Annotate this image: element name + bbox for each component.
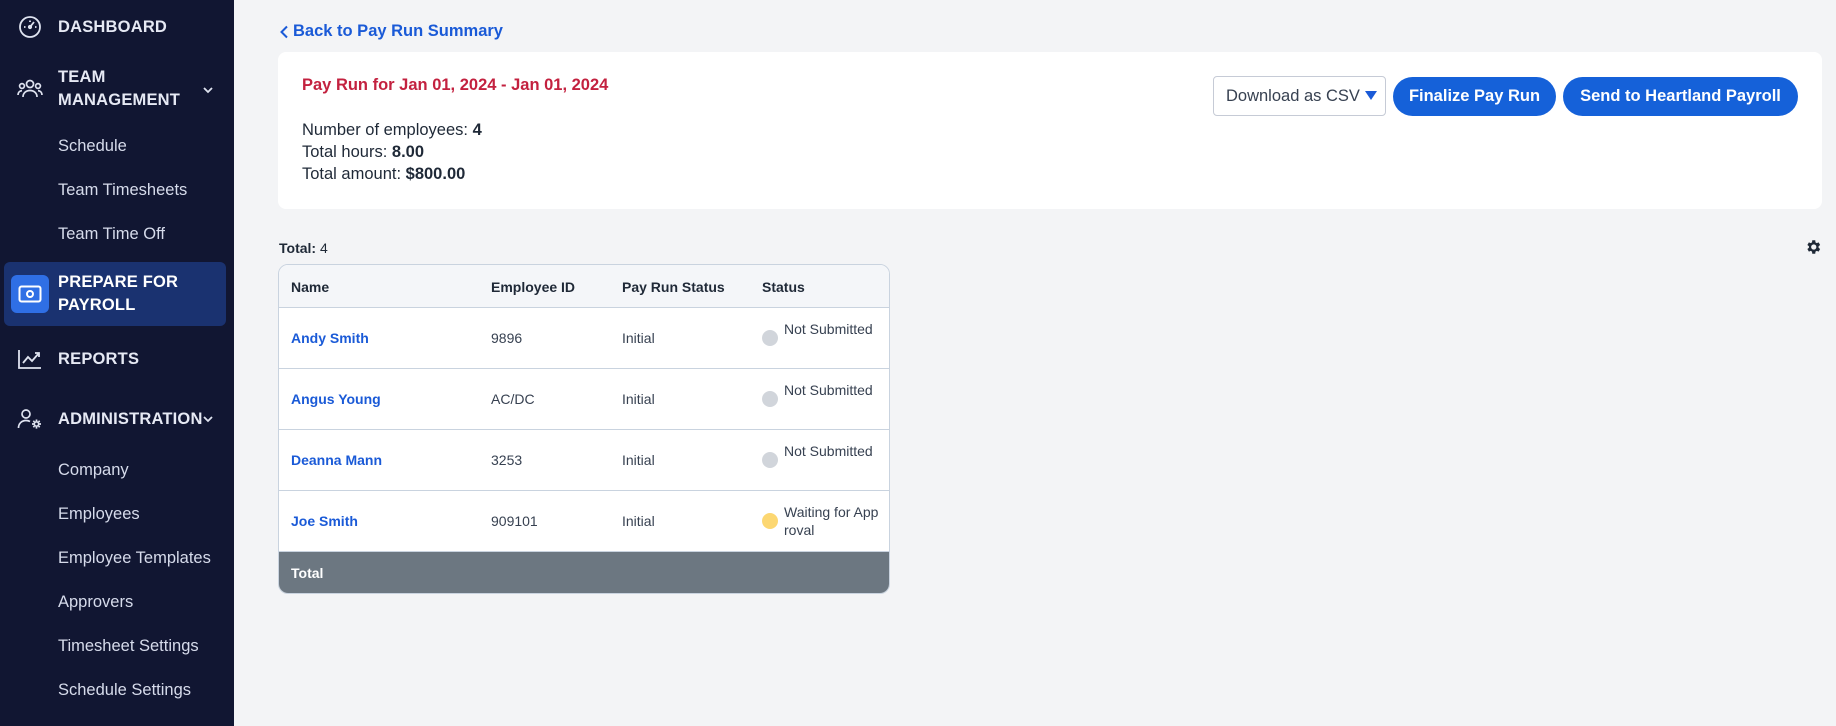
nav-team-time-off[interactable]: Team Time Off	[58, 225, 165, 244]
status-dot	[762, 330, 778, 346]
nav-employees[interactable]: Employees	[58, 505, 140, 524]
nav-team-management[interactable]: TEAM MANAGEMENT	[0, 66, 234, 112]
amount-stat-label: Total amount:	[302, 165, 402, 183]
send-to-heartland-button[interactable]: Send to Heartland Payroll	[1563, 77, 1798, 116]
employees-stat-value: 4	[472, 121, 482, 139]
caret-down-icon	[1365, 91, 1377, 100]
col-status[interactable]: Status	[762, 279, 805, 295]
employee-id: AC/DC	[491, 391, 535, 407]
download-format-value: Download as CSV	[1226, 86, 1360, 105]
chevron-left-icon	[280, 25, 288, 38]
sidebar: DASHBOARD TEAM MANAGEMENT Schedule Team …	[0, 0, 234, 726]
nav-team-management-label: TEAM MANAGEMENT	[58, 68, 181, 109]
col-name[interactable]: Name	[291, 279, 329, 295]
pay-run-summary-card: Pay Run for Jan 01, 2024 - Jan 01, 2024 …	[278, 52, 1822, 209]
download-format-select[interactable]: Download as CSV	[1213, 76, 1386, 116]
table-footer: Total	[279, 552, 889, 593]
nav-timesheet-settings[interactable]: Timesheet Settings	[58, 637, 199, 656]
col-employee-id[interactable]: Employee ID	[491, 279, 575, 295]
employee-name-link[interactable]: Deanna Mann	[291, 452, 382, 468]
chart-line-icon	[17, 346, 43, 372]
employee-id: 3253	[491, 452, 523, 468]
pay-run-status: Initial	[622, 513, 655, 529]
pay-run-table: Name Employee ID Pay Run Status Status A…	[278, 264, 890, 594]
employee-name-link[interactable]: Angus Young	[291, 391, 381, 407]
table-header: Name Employee ID Pay Run Status Status	[279, 265, 889, 308]
pay-run-status: Initial	[622, 330, 655, 346]
back-link-label: Back to Pay Run Summary	[293, 22, 503, 40]
pay-run-status: Initial	[622, 391, 655, 407]
nav-dashboard-label: DASHBOARD	[58, 17, 168, 36]
table-row: Deanna Mann 3253 Initial Not Submitted	[279, 430, 889, 491]
nav-schedule[interactable]: Schedule	[58, 137, 127, 156]
pay-run-title: Pay Run for Jan 01, 2024 - Jan 01, 2024	[302, 76, 609, 94]
status-text: Not Submitted	[784, 443, 873, 459]
status-dot	[762, 391, 778, 407]
nav-dashboard[interactable]: DASHBOARD	[0, 14, 234, 40]
total-count-value: 4	[319, 240, 328, 256]
gear-icon[interactable]	[1804, 238, 1822, 256]
nav-prepare-for-payroll-label: PREPARE FOR PAYROLL	[58, 273, 179, 314]
amount-stat-value: $800.00	[405, 165, 466, 183]
status-text: Not Submitted	[784, 321, 873, 337]
nav-reports[interactable]: REPORTS	[0, 346, 234, 372]
status-dot	[762, 452, 778, 468]
chevron-down-icon[interactable]	[201, 412, 215, 426]
speedometer-icon	[17, 14, 43, 40]
total-count: Total: 4	[279, 240, 328, 256]
footer-total-label: Total	[291, 565, 324, 581]
chevron-down-icon[interactable]	[201, 83, 215, 97]
back-to-summary-link[interactable]: Back to Pay Run Summary	[279, 22, 503, 41]
nav-administration-label: ADMINISTRATION	[58, 409, 203, 428]
amount-stat: Total amount: $800.00	[302, 165, 465, 184]
hours-stat-value: 8.00	[391, 143, 425, 161]
team-icon	[17, 76, 43, 102]
nav-team-timesheets[interactable]: Team Timesheets	[58, 181, 187, 200]
nav-reports-label: REPORTS	[58, 349, 140, 368]
hours-stat: Total hours: 8.00	[302, 143, 424, 162]
employees-stat: Number of employees: 4	[302, 121, 482, 140]
table-row: Andy Smith 9896 Initial Not Submitted	[279, 308, 889, 369]
nav-approvers[interactable]: Approvers	[58, 593, 133, 612]
status-text: Not Submitted	[784, 382, 873, 398]
status-dot	[762, 513, 778, 529]
employee-name-link[interactable]: Andy Smith	[291, 330, 369, 346]
total-count-label: Total:	[279, 240, 317, 256]
col-pay-run-status[interactable]: Pay Run Status	[622, 279, 725, 295]
nav-prepare-for-payroll-text[interactable]: PREPARE FOR PAYROLL	[0, 271, 234, 317]
employee-name-link[interactable]: Joe Smith	[291, 513, 358, 529]
table-row: Joe Smith 909101 Initial Waiting for App…	[279, 491, 889, 552]
user-gear-icon	[17, 406, 43, 432]
status-text: Waiting for Approval	[784, 504, 879, 538]
employee-id: 9896	[491, 330, 523, 346]
finalize-pay-run-button[interactable]: Finalize Pay Run	[1393, 77, 1556, 116]
nav-schedule-settings[interactable]: Schedule Settings	[58, 681, 191, 700]
hours-stat-label: Total hours:	[302, 143, 388, 161]
nav-company[interactable]: Company	[58, 461, 129, 480]
table-row: Angus Young AC/DC Initial Not Submitted	[279, 369, 889, 430]
employees-stat-label: Number of employees:	[302, 121, 468, 139]
employee-id: 909101	[491, 513, 538, 529]
pay-run-status: Initial	[622, 452, 655, 468]
nav-administration[interactable]: ADMINISTRATION	[0, 406, 234, 432]
nav-employee-templates[interactable]: Employee Templates	[58, 549, 211, 568]
